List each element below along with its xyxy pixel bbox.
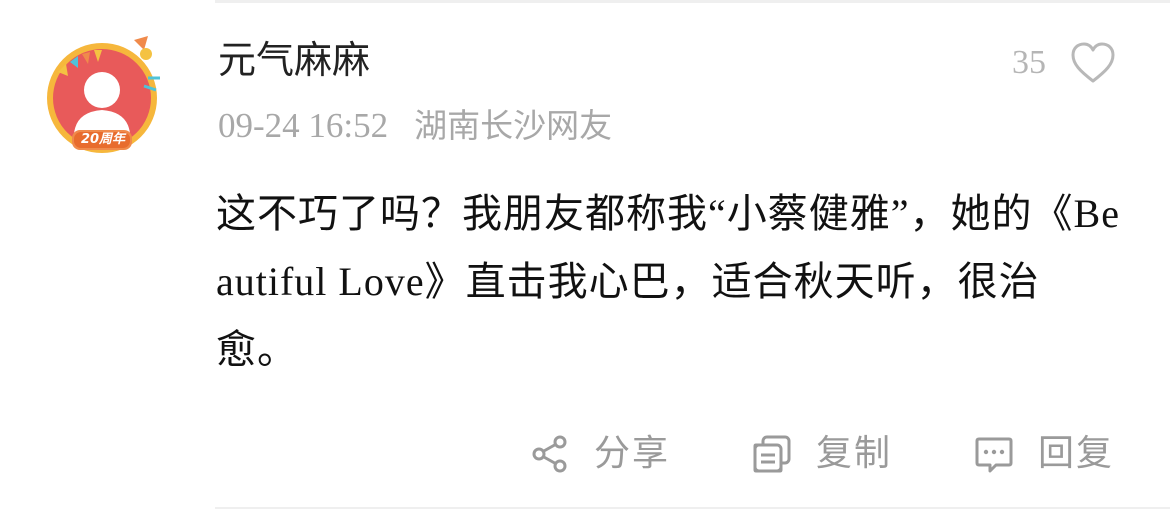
share-label: 分享 (593, 433, 670, 474)
heart-icon (1071, 42, 1115, 83)
avatar[interactable]: 20周年 (44, 34, 169, 159)
action-bar: 分享 复制 回复 (530, 430, 1114, 478)
copy-icon (753, 435, 791, 473)
like-button[interactable]: 35 (1012, 38, 1116, 88)
copy-label: 复制 (815, 433, 892, 474)
comment-text: 这不巧了吗？我朋友都称我“小蔡健雅”，她的《Beautiful Love》直击我… (216, 180, 1121, 384)
username[interactable]: 元气麻麻 (218, 34, 370, 86)
comment-time: 09-24 16:52 (218, 106, 389, 145)
comment-meta: 09-24 16:52 湖南长沙网友 (218, 104, 612, 148)
share-icon (532, 435, 567, 473)
reply-button[interactable]: 回复 (974, 430, 1114, 478)
like-count: 35 (1012, 44, 1046, 81)
share-button[interactable]: 分享 (530, 430, 670, 478)
comment-location: 湖南长沙网友 (414, 106, 613, 145)
copy-button[interactable]: 复制 (752, 430, 892, 478)
avatar-badge-label: 20周年 (80, 132, 126, 147)
comment-bubble-icon (975, 437, 1013, 473)
comment-text-part-1: 这不巧了吗？我朋友都称我 (216, 191, 708, 237)
reply-label: 回复 (1037, 433, 1114, 474)
top-divider (215, 0, 1170, 3)
comment-text-part-3: ，她的《 (909, 191, 1074, 237)
comment-text-part-2: “小蔡健雅” (708, 191, 910, 236)
comment-card: 20周年 元气麻麻 09-24 16:52 湖南长沙网友 35 这不巧了吗？我朋友… (0, 0, 1170, 509)
